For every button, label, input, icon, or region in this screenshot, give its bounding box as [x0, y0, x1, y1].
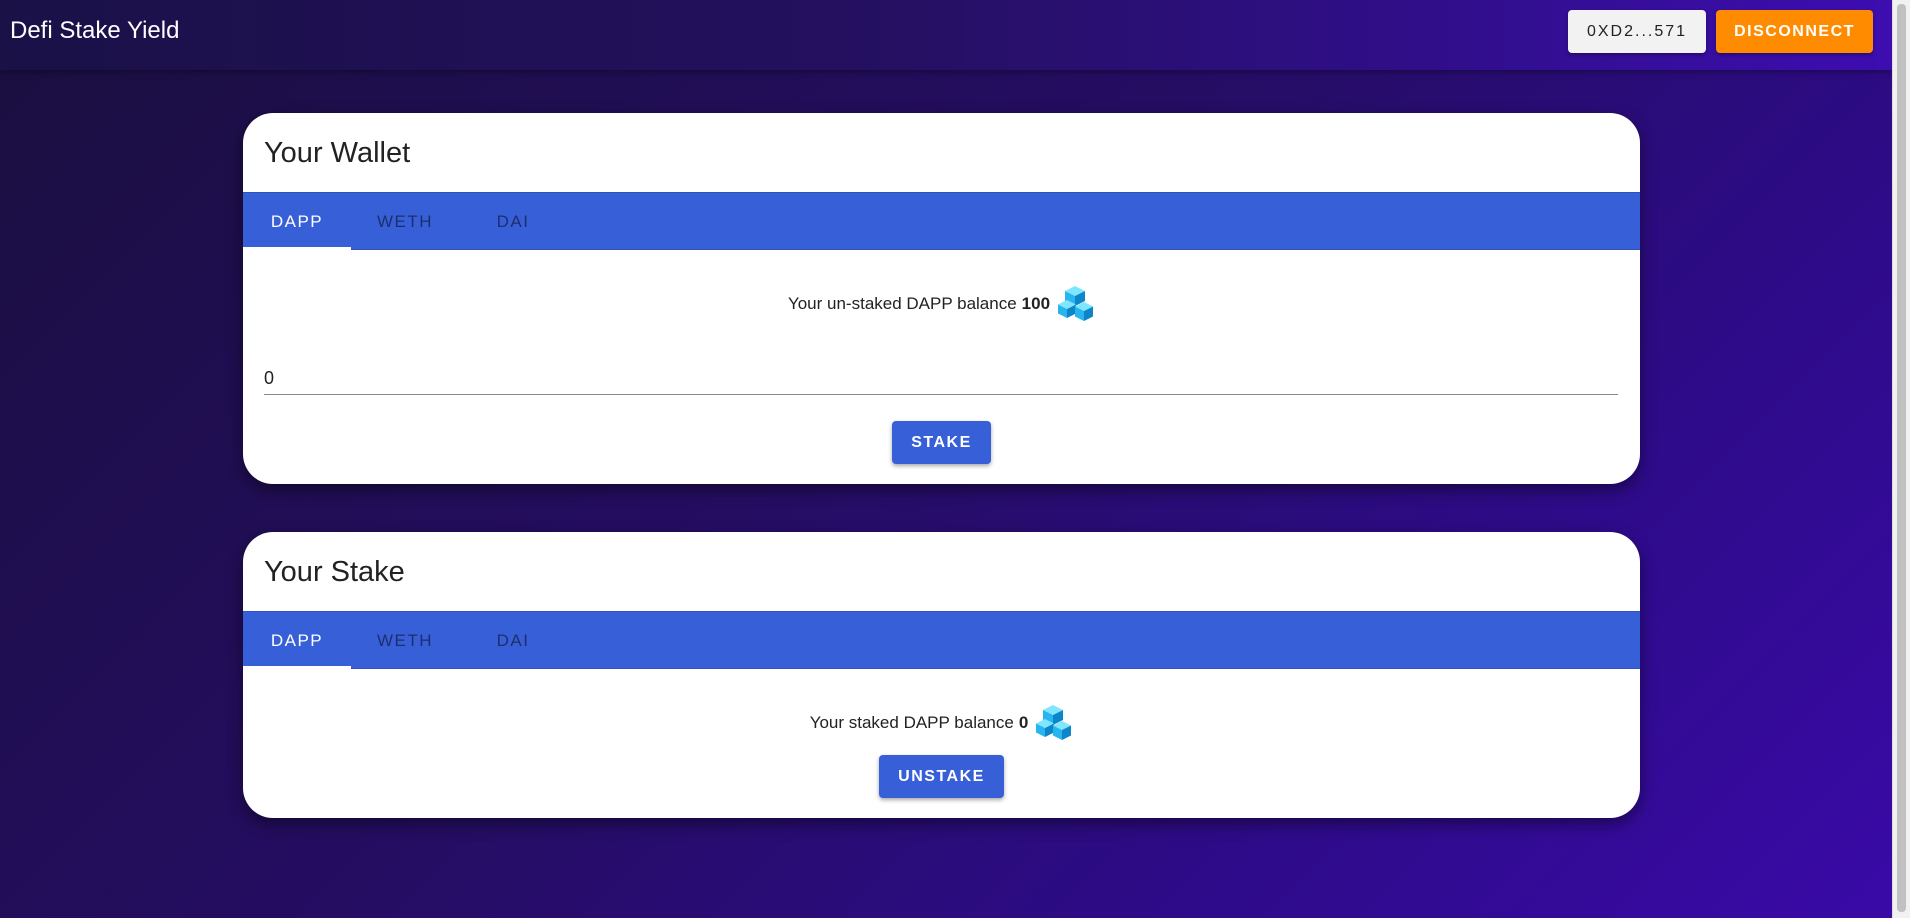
unstaked-balance-value: 100 [1021, 294, 1051, 313]
stake-amount-input[interactable] [264, 357, 1618, 395]
stake-tab-indicator [243, 666, 351, 669]
stake-card-title: Your Stake [264, 556, 405, 588]
staked-balance-value: 0 [1018, 713, 1029, 732]
stake-token-tabs: DAPP WETH DAI [243, 611, 1640, 669]
wallet-tab-indicator [243, 247, 351, 250]
wallet-tab-weth[interactable]: WETH [351, 193, 459, 251]
unstake-button[interactable]: UNSTAKE [879, 755, 1004, 798]
page-scrollbar[interactable] [1892, 0, 1910, 918]
wallet-token-tabs: DAPP WETH DAI [243, 192, 1640, 250]
wallet-tab-dai[interactable]: DAI [459, 193, 567, 251]
stake-card: Your Stake DAPP WETH DAI Your staked DAP… [243, 532, 1640, 818]
app-title: Defi Stake Yield [10, 17, 180, 44]
disconnect-button[interactable]: DISCONNECT [1716, 10, 1873, 53]
dapp-token-icon [1036, 705, 1072, 740]
app-bar: Defi Stake Yield 0XD2...571 DISCONNECT [0, 0, 1892, 70]
unstaked-balance: Your un-staked DAPP balance 100 [243, 282, 1640, 326]
scrollbar-thumb[interactable] [1897, 4, 1906, 912]
unstaked-balance-label: Your un-staked DAPP balance [787, 294, 1017, 313]
wallet-tab-dapp[interactable]: DAPP [243, 193, 351, 251]
wallet-address-button[interactable]: 0XD2...571 [1568, 10, 1706, 53]
stake-tab-dai[interactable]: DAI [459, 612, 567, 670]
staked-balance-label: Your staked DAPP balance [809, 713, 1014, 732]
wallet-card: Your Wallet DAPP WETH DAI Your un-staked… [243, 113, 1640, 484]
staked-balance: Your staked DAPP balance 0 [243, 701, 1640, 745]
stake-tab-dapp[interactable]: DAPP [243, 612, 351, 670]
stake-tab-weth[interactable]: WETH [351, 612, 459, 670]
stake-button[interactable]: STAKE [892, 421, 991, 464]
dapp-token-icon [1058, 286, 1094, 321]
wallet-card-title: Your Wallet [264, 137, 411, 169]
